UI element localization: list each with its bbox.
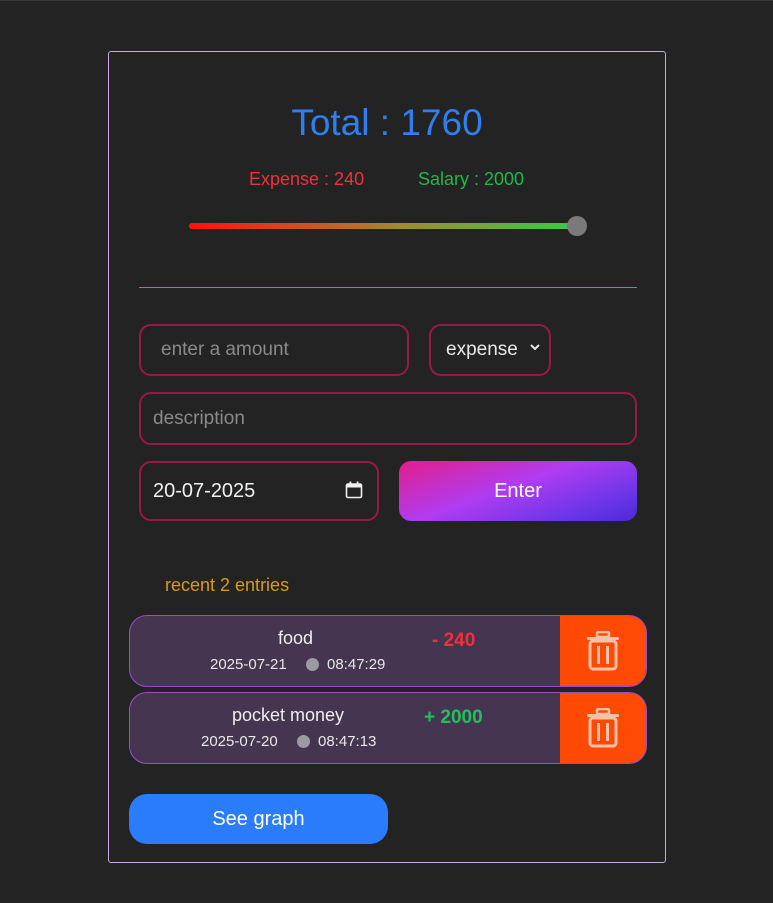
chevron-down-icon [529,340,541,356]
delete-button[interactable] [560,616,646,686]
recent-heading: recent 2 entries [165,575,290,595]
entry-amount: - 240 [432,630,476,651]
entry-title: pocket money [232,705,345,725]
date-value: 20-07-2025 [153,479,256,502]
salary-total: Salary : 2000 [418,169,525,189]
balance-slider[interactable] [189,216,587,236]
delete-button[interactable] [560,693,646,763]
date-input[interactable]: 20-07-2025 [139,461,379,521]
type-select-value: expense [446,339,518,360]
tracker-card: Total : 1760 Expense : 240 Salary : 2000… [108,51,666,863]
entry-date: 2025-07-21 [210,656,287,673]
balance-slider-track [189,223,575,229]
type-select[interactable]: expense [429,324,551,376]
amount-input[interactable] [139,324,409,376]
trash-icon [587,631,619,671]
total-amount: Total : 1760 [291,102,483,143]
enter-button[interactable]: Enter [399,461,637,521]
calendar-icon[interactable] [345,481,363,499]
clock-icon [306,658,319,671]
clock-icon [297,735,310,748]
entry-time: 08:47:13 [318,733,377,750]
see-graph-button[interactable]: See graph [129,794,388,844]
entry-amount: + 2000 [424,707,483,728]
entry-date: 2025-07-20 [201,733,278,750]
balance-slider-thumb[interactable] [567,216,587,236]
entry-title: food [278,628,314,648]
expense-total: Expense : 240 [249,169,365,189]
list-item: food 2025-07-21 08:47:29 - 240 [129,615,647,687]
description-input[interactable] [139,392,637,445]
trash-icon [587,708,619,748]
entry-time: 08:47:29 [327,656,386,673]
divider [139,287,637,288]
list-item: pocket money 2025-07-20 08:47:13 + 2000 [129,692,647,764]
